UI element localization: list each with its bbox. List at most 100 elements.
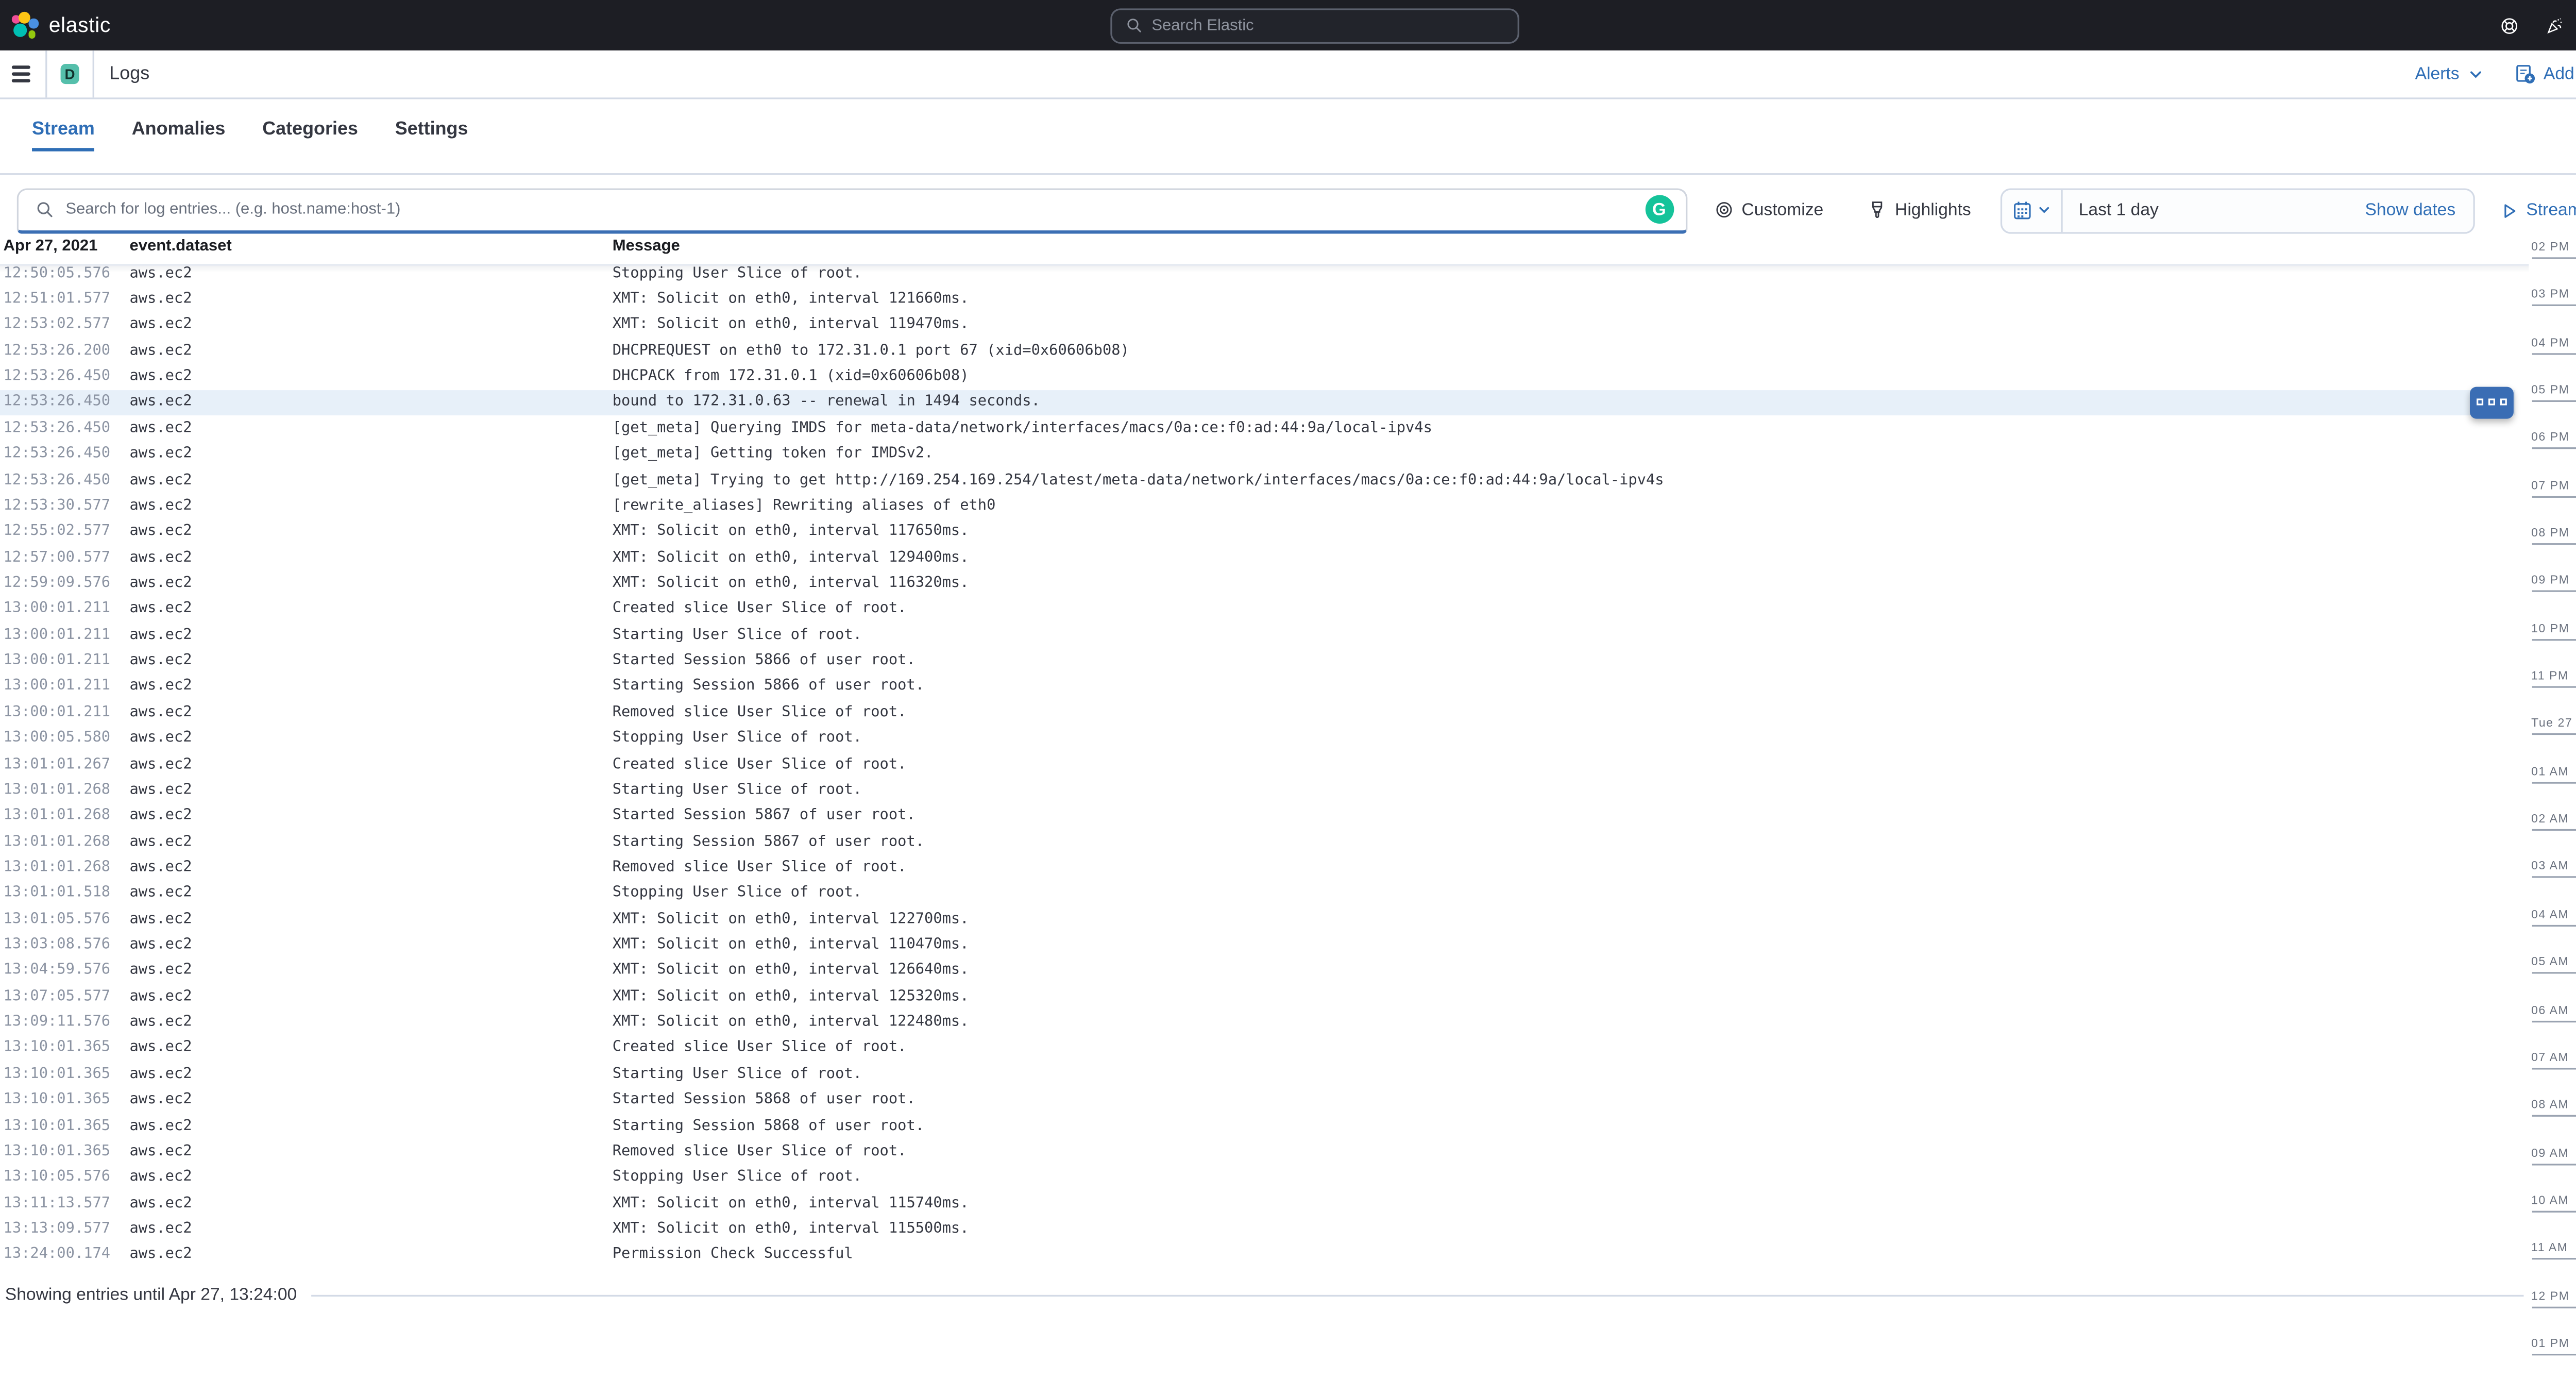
log-row[interactable]: 13:10:01.365 aws.ec2 Removed slice User … xyxy=(0,1139,2515,1165)
log-row[interactable]: 12:57:00.577 aws.ec2 XMT: Solicit on eth… xyxy=(0,545,2515,570)
log-time: 13:00:01.211 xyxy=(0,627,129,644)
tab-settings[interactable]: Settings xyxy=(395,120,468,152)
log-row[interactable]: 12:53:26.450 aws.ec2 [get_meta] Trying t… xyxy=(0,467,2515,493)
log-row[interactable]: 12:53:26.450 aws.ec2 bound to 172.31.0.6… xyxy=(0,390,2515,415)
log-row[interactable]: 13:00:01.211 aws.ec2 Starting Session 58… xyxy=(0,674,2515,700)
date-range-value[interactable]: Last 1 day xyxy=(2062,201,2365,220)
boxes-horizontal-icon xyxy=(2488,399,2495,406)
add-data-button[interactable]: Add data xyxy=(2515,64,2576,84)
timeline-tick: 07 AM xyxy=(2531,1052,2576,1069)
log-row[interactable]: 13:00:01.211 aws.ec2 Created slice User … xyxy=(0,596,2515,622)
customize-label: Customize xyxy=(1741,201,1823,220)
menu-icon[interactable] xyxy=(0,66,45,82)
add-data-icon xyxy=(2515,64,2535,84)
timeline-minimap[interactable]: 02 PM03 PM04 PM05 PM06 PM07 PM08 PM09 PM… xyxy=(2529,237,2576,1379)
newsfeed-icon[interactable] xyxy=(2546,16,2564,35)
stream-footer: Showing entries until Apr 27, 13:24:00 xyxy=(5,1287,2524,1305)
log-stream-area: Apr 27, 2021 event.dataset Message 12:50… xyxy=(0,237,2576,1379)
log-row[interactable]: 13:01:05.576 aws.ec2 XMT: Solicit on eth… xyxy=(0,906,2515,932)
log-row[interactable]: 13:10:01.365 aws.ec2 Created slice User … xyxy=(0,1036,2515,1062)
log-row[interactable]: 12:53:26.450 aws.ec2 DHCPACK from 172.31… xyxy=(0,364,2515,390)
log-message: XMT: Solicit on eth0, interval 122700ms. xyxy=(613,911,2515,928)
boxes-horizontal-icon xyxy=(2499,399,2506,406)
log-row[interactable]: 13:01:01.268 aws.ec2 Removed slice User … xyxy=(0,855,2515,881)
log-dataset: aws.ec2 xyxy=(129,1169,612,1186)
log-row[interactable]: 12:59:09.576 aws.ec2 XMT: Solicit on eth… xyxy=(0,570,2515,596)
log-row[interactable]: 13:00:05.580 aws.ec2 Stopping User Slice… xyxy=(0,726,2515,751)
tab-stream[interactable]: Stream xyxy=(32,120,95,152)
log-row[interactable]: 13:10:05.576 aws.ec2 Stopping User Slice… xyxy=(0,1165,2515,1190)
log-row[interactable]: 13:07:05.577 aws.ec2 XMT: Solicit on eth… xyxy=(0,984,2515,1010)
tab-categories[interactable]: Categories xyxy=(262,120,358,152)
show-dates-button[interactable]: Show dates xyxy=(2365,201,2472,220)
row-context-menu-button[interactable] xyxy=(2470,386,2514,419)
tab-anomalies[interactable]: Anomalies xyxy=(132,120,226,152)
log-time: 13:00:01.211 xyxy=(0,679,129,696)
highlights-label: Highlights xyxy=(1895,201,1971,220)
log-time: 12:53:26.450 xyxy=(0,446,129,463)
log-time: 12:59:09.576 xyxy=(0,575,129,592)
log-row[interactable]: 13:00:01.211 aws.ec2 Started Session 586… xyxy=(0,648,2515,674)
grammarly-icon[interactable]: G xyxy=(1645,196,1674,224)
log-row[interactable]: 13:24:00.174 aws.ec2 Permission Check Su… xyxy=(0,1242,2515,1268)
customize-button[interactable]: Customize xyxy=(1714,200,1824,220)
log-row[interactable]: 12:53:26.450 aws.ec2 [get_meta] Querying… xyxy=(0,416,2515,442)
log-message: [get_meta] Getting token for IMDSv2. xyxy=(613,446,2515,463)
log-row[interactable]: 13:13:09.577 aws.ec2 XMT: Solicit on eth… xyxy=(0,1216,2515,1242)
global-search-input[interactable] xyxy=(1151,16,1503,35)
log-row[interactable]: 13:10:01.365 aws.ec2 Starting User Slice… xyxy=(0,1062,2515,1087)
log-row[interactable]: 12:55:02.577 aws.ec2 XMT: Solicit on eth… xyxy=(0,519,2515,545)
log-row[interactable]: 13:01:01.268 aws.ec2 Starting Session 58… xyxy=(0,829,2515,855)
log-time: 12:53:26.450 xyxy=(0,368,129,385)
log-dataset: aws.ec2 xyxy=(129,885,612,902)
log-row[interactable]: 12:53:02.577 aws.ec2 XMT: Solicit on eth… xyxy=(0,312,2515,338)
log-dataset: aws.ec2 xyxy=(129,988,612,1005)
log-row[interactable]: 13:04:59.576 aws.ec2 XMT: Solicit on eth… xyxy=(0,958,2515,984)
timeline-tick: 05 PM xyxy=(2531,385,2576,402)
log-row[interactable]: 13:10:01.365 aws.ec2 Started Session 586… xyxy=(0,1087,2515,1113)
log-row[interactable]: 13:10:01.365 aws.ec2 Starting Session 58… xyxy=(0,1113,2515,1139)
log-message: [rewrite_aliases] Rewriting aliases of e… xyxy=(613,498,2515,515)
log-dataset: aws.ec2 xyxy=(129,859,612,876)
log-row[interactable]: 13:01:01.268 aws.ec2 Starting User Slice… xyxy=(0,777,2515,803)
timeline-tick: 06 PM xyxy=(2531,433,2576,450)
timeline-tick: 01 PM xyxy=(2531,1338,2576,1355)
log-row[interactable]: 13:01:01.268 aws.ec2 Started Session 586… xyxy=(0,803,2515,829)
log-row[interactable]: 13:09:11.576 aws.ec2 XMT: Solicit on eth… xyxy=(0,1010,2515,1035)
global-search[interactable] xyxy=(1110,8,1519,43)
timeline-tick: 03 AM xyxy=(2531,862,2576,879)
log-message: XMT: Solicit on eth0, interval 116320ms. xyxy=(613,575,2515,592)
elastic-logo-icon[interactable] xyxy=(12,12,39,39)
log-message: Starting User Slice of root. xyxy=(613,1066,2515,1083)
log-search-box[interactable]: G xyxy=(17,188,1687,233)
log-row[interactable]: 13:01:01.518 aws.ec2 Stopping User Slice… xyxy=(0,881,2515,906)
log-row[interactable]: 12:53:26.200 aws.ec2 DHCPREQUEST on eth0… xyxy=(0,338,2515,364)
log-dataset: aws.ec2 xyxy=(129,601,612,618)
log-row[interactable]: 12:51:01.577 aws.ec2 XMT: Solicit on eth… xyxy=(0,287,2515,312)
log-row[interactable]: 13:03:08.576 aws.ec2 XMT: Solicit on eth… xyxy=(0,932,2515,958)
log-row[interactable]: 13:01:01.267 aws.ec2 Created slice User … xyxy=(0,751,2515,777)
log-message: Starting Session 5868 of user root. xyxy=(613,1118,2515,1135)
log-row[interactable]: 12:53:30.577 aws.ec2 [rewrite_aliases] R… xyxy=(0,493,2515,519)
log-search-input[interactable] xyxy=(65,200,1668,218)
log-row[interactable]: 13:00:01.211 aws.ec2 Starting User Slice… xyxy=(0,623,2515,648)
log-dataset: aws.ec2 xyxy=(129,420,612,437)
log-row[interactable]: 13:00:01.211 aws.ec2 Removed slice User … xyxy=(0,700,2515,726)
timeline-tick: 07 PM xyxy=(2531,480,2576,497)
timeline-tick: 06 AM xyxy=(2531,1005,2576,1022)
space-badge[interactable]: D xyxy=(61,63,79,85)
timeline-tick: 02 PM xyxy=(2531,242,2576,259)
alerts-button[interactable]: Alerts xyxy=(2415,65,2483,83)
highlights-button[interactable]: Highlights xyxy=(1867,200,1971,220)
log-time: 12:57:00.577 xyxy=(0,549,129,566)
stream-live-button[interactable]: Stream live xyxy=(2499,201,2576,220)
log-row[interactable]: 12:53:26.450 aws.ec2 [get_meta] Getting … xyxy=(0,442,2515,467)
play-icon xyxy=(2499,201,2518,220)
timeline-tick: 01 AM xyxy=(2531,766,2576,783)
help-icon[interactable] xyxy=(2500,16,2519,35)
log-time: 13:01:01.268 xyxy=(0,859,129,876)
quick-select-button[interactable] xyxy=(2001,189,2062,231)
log-message: XMT: Solicit on eth0, interval 119470ms. xyxy=(613,317,2515,334)
log-row[interactable]: 13:11:13.577 aws.ec2 XMT: Solicit on eth… xyxy=(0,1190,2515,1216)
log-time: 13:00:05.580 xyxy=(0,730,129,747)
